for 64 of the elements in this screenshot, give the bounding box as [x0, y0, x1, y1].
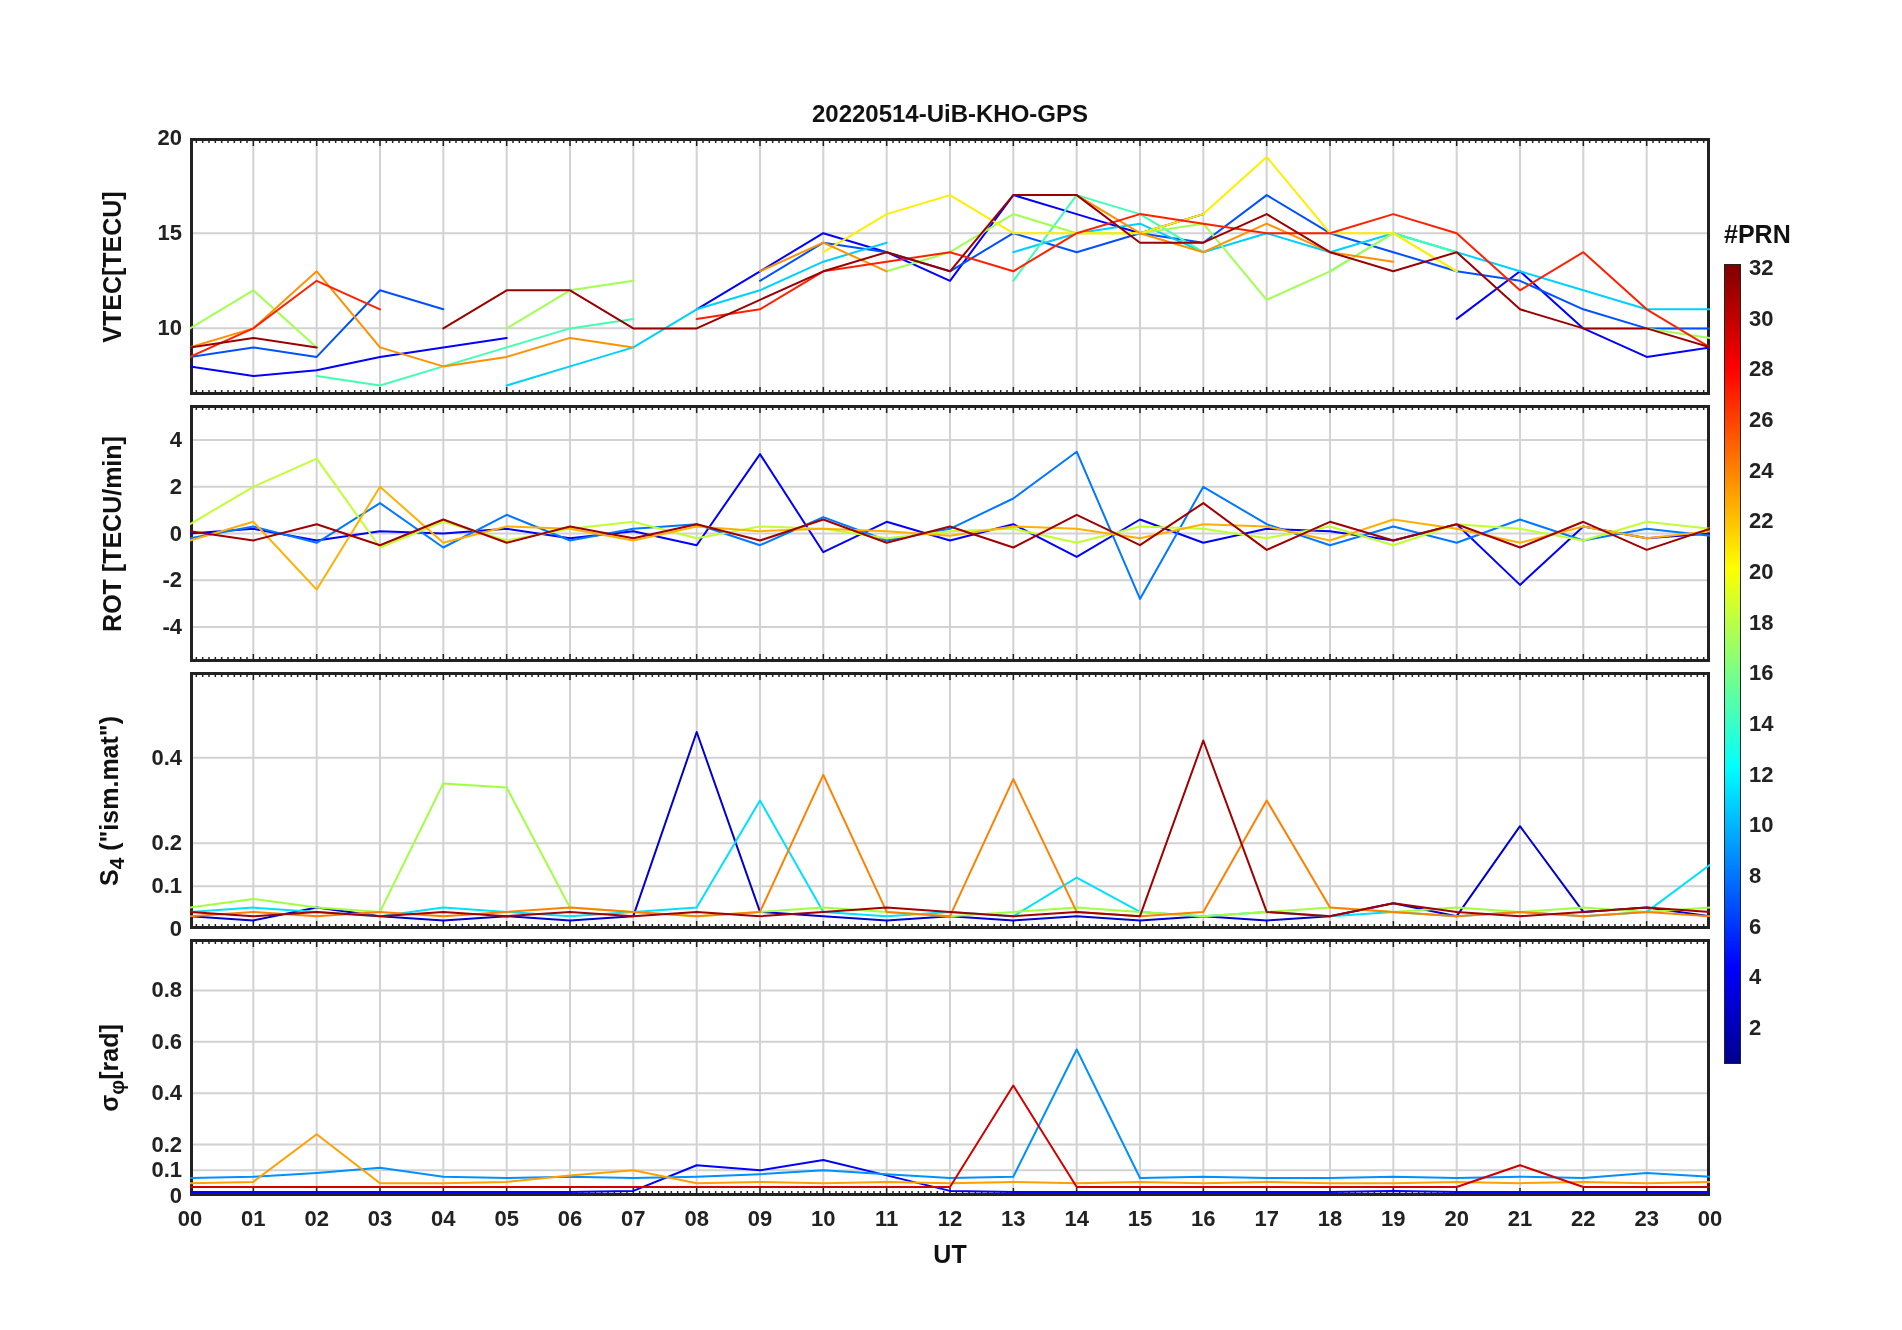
- colorbar-tick-label: 4: [1749, 964, 1762, 991]
- colorbar-tick-label: 32: [1749, 255, 1774, 281]
- x-tick-label: 17: [1254, 1206, 1279, 1232]
- y-tick-label: 0.6: [151, 1028, 182, 1055]
- y-axis-label: VTEC[TECU]: [97, 190, 127, 343]
- x-tick-label: 00: [177, 1206, 203, 1232]
- x-tick-label: 04: [431, 1206, 456, 1232]
- y-tick-label: -4: [162, 613, 182, 640]
- x-tick-label: 22: [1571, 1206, 1596, 1232]
- x-tick-label: 20: [1444, 1206, 1469, 1232]
- x-tick-label: 05: [494, 1206, 519, 1232]
- x-tick-label: 21: [1507, 1206, 1533, 1232]
- colorbar-tick-label: 26: [1749, 407, 1774, 433]
- y-tick-label: 20: [157, 125, 182, 151]
- x-tick-label: 12: [937, 1206, 963, 1232]
- y-tick-label: 0.2: [151, 830, 182, 857]
- x-tick-label: 16: [1191, 1206, 1216, 1232]
- y-tick-label: 0: [169, 916, 182, 942]
- x-tick-label: 13: [1001, 1206, 1026, 1232]
- colorbar-tick-label: 6: [1749, 913, 1762, 940]
- y-tick-label: 10: [157, 315, 182, 342]
- colorbar-tick-label: 2: [1749, 1015, 1762, 1041]
- colorbar-tick-label: 24: [1749, 457, 1774, 484]
- x-tick-label: 18: [1317, 1206, 1343, 1232]
- x-axis-label: UT: [932, 1240, 968, 1269]
- colorbar-tick-label: 14: [1749, 711, 1774, 737]
- y-tick-label: 0.1: [151, 873, 182, 900]
- x-tick-label: 06: [557, 1206, 583, 1232]
- x-tick-label: 08: [684, 1206, 709, 1232]
- colorbar-tick-label: 30: [1749, 305, 1774, 332]
- x-tick-label: 01: [241, 1206, 266, 1232]
- x-tick-label: 14: [1064, 1206, 1089, 1232]
- colorbar-tick-label: 18: [1749, 609, 1774, 636]
- x-tick-label: 11: [875, 1206, 899, 1232]
- x-tick-label: 03: [367, 1206, 393, 1232]
- colorbar-tick-label: 12: [1749, 761, 1774, 788]
- y-tick-label: 0: [169, 1183, 182, 1209]
- x-tick-label: 00: [1697, 1206, 1723, 1232]
- x-tick-label: 15: [1127, 1206, 1153, 1232]
- y-axis-label: ROT [TECU/min]: [97, 435, 127, 632]
- y-tick-label: 0.2: [151, 1131, 182, 1158]
- y-tick-label: 0.4: [151, 1080, 182, 1107]
- y-tick-label: 2: [169, 473, 182, 500]
- y-tick-label: 0: [169, 520, 182, 547]
- x-tick-label: 23: [1634, 1206, 1659, 1232]
- colorbar-tick-label: 28: [1749, 356, 1774, 383]
- x-tick-label: 19: [1381, 1206, 1406, 1232]
- colorbar-tick-label: 10: [1749, 812, 1774, 839]
- x-tick-label: 07: [621, 1206, 646, 1232]
- x-tick-label: 10: [811, 1206, 836, 1232]
- colorbar-tick-label: 20: [1749, 559, 1774, 585]
- y-tick-label: 0.8: [151, 977, 182, 1004]
- colorbar-title: #PRN: [1724, 220, 1792, 250]
- colorbar-tick-label: 16: [1749, 660, 1774, 687]
- y-tick-label: 4: [169, 427, 182, 454]
- chart-title: 20220514-UiB-KHO-GPS: [810, 100, 1090, 129]
- y-tick-label: 15: [157, 220, 182, 247]
- y-tick-label: 0.4: [151, 744, 182, 771]
- y-tick-label: -2: [162, 567, 182, 594]
- y-tick-label: 0.1: [151, 1157, 182, 1184]
- colorbar-tick-label: 8: [1749, 863, 1762, 889]
- colorbar-tick-label: 22: [1749, 508, 1774, 535]
- x-tick-label: 02: [304, 1206, 329, 1232]
- x-tick-label: 09: [747, 1206, 773, 1232]
